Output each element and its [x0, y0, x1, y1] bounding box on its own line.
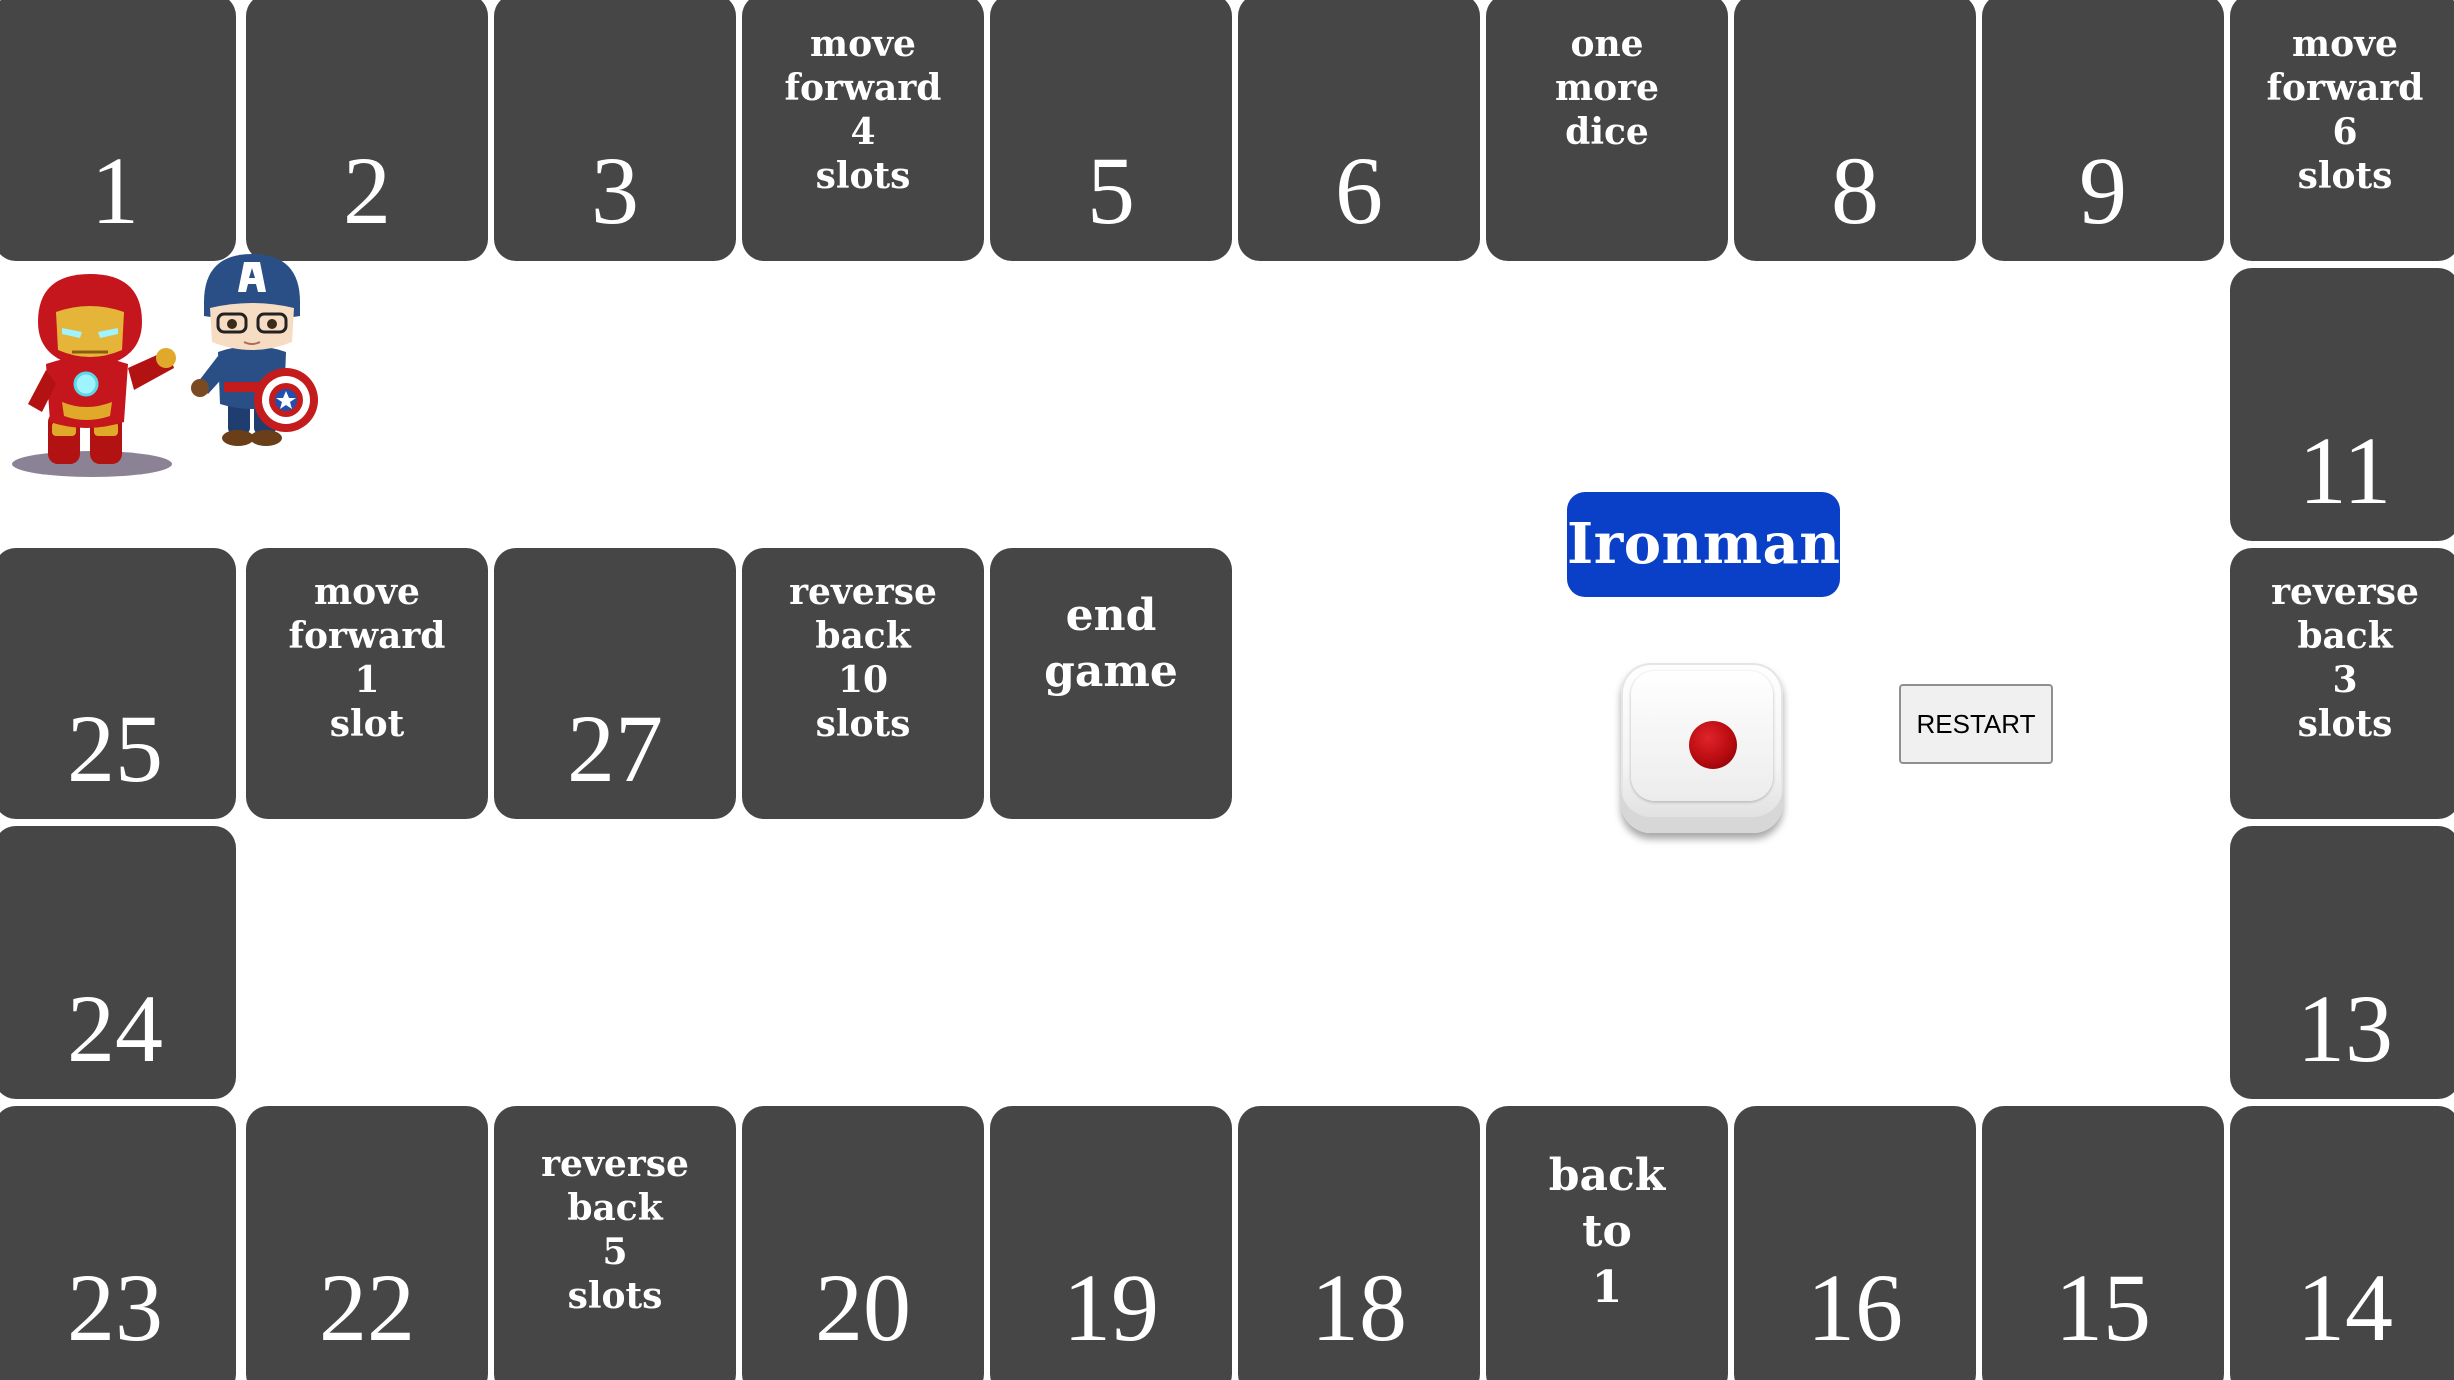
- tile-number: 2: [343, 137, 391, 244]
- board-tile-14: 14: [2230, 1106, 2454, 1380]
- tile-number: 24: [67, 975, 163, 1082]
- tile-message: move forward 1 slot: [288, 571, 446, 745]
- board-tile-26: move forward 1 slot: [246, 548, 488, 819]
- board-tile-19: 19: [990, 1106, 1232, 1380]
- tile-number: 8: [1831, 137, 1879, 244]
- board-tile-28: reverse back 10 slots: [742, 548, 984, 819]
- dice-button[interactable]: [1621, 663, 1783, 833]
- tile-message: reverse back 10 slots: [789, 571, 937, 745]
- board-tile-20: 20: [742, 1106, 984, 1380]
- tile-number: 16: [1807, 1254, 1903, 1361]
- board-tile-11: 11: [2230, 268, 2454, 541]
- tile-number: 27: [567, 695, 663, 802]
- tile-number: 20: [815, 1254, 911, 1361]
- tile-number: 5: [1087, 137, 1135, 244]
- board-tile-10: move forward 6 slots: [2230, 0, 2454, 261]
- board-tile-23: 23: [0, 1106, 236, 1380]
- board-tile-13: 13: [2230, 826, 2454, 1099]
- board-tile-2: 2: [246, 0, 488, 261]
- tile-number: 13: [2297, 975, 2393, 1082]
- dice-pip: [1689, 721, 1737, 769]
- board-tile-9: 9: [1982, 0, 2224, 261]
- board-tile-8: 8: [1734, 0, 1976, 261]
- ironman-token-icon: [12, 274, 176, 477]
- tile-message: reverse back 5 slots: [541, 1143, 689, 1317]
- tile-message: one more dice: [1555, 23, 1659, 153]
- tile-message: back to 1: [1548, 1150, 1666, 1313]
- tile-number: 14: [2297, 1254, 2393, 1361]
- board-tile-12: reverse back 3 slots: [2230, 548, 2454, 819]
- tile-number: 6: [1335, 137, 1383, 244]
- board-tile-18: 18: [1238, 1106, 1480, 1380]
- tile-number: 18: [1311, 1254, 1407, 1361]
- board-tile-1: 1: [0, 0, 236, 261]
- board-tile-22: 22: [246, 1106, 488, 1380]
- board-tile-27: 27: [494, 548, 736, 819]
- board-tile-3: 3: [494, 0, 736, 261]
- board-tile-7: one more dice: [1486, 0, 1728, 261]
- board-tile-15: 15: [1982, 1106, 2224, 1380]
- tile-number: 1: [91, 137, 139, 244]
- board-tile-4: move forward 4 slots: [742, 0, 984, 261]
- tile-message: move forward 6 slots: [2266, 23, 2424, 197]
- tile-message: move forward 4 slots: [784, 23, 942, 197]
- board-tile-25: 25: [0, 548, 236, 819]
- captain-america-token-icon: [191, 254, 318, 446]
- tile-number: 15: [2055, 1254, 2151, 1361]
- tile-message: reverse back 3 slots: [2271, 571, 2419, 745]
- board-tile-24: 24: [0, 826, 236, 1099]
- board-tile-5: 5: [990, 0, 1232, 261]
- tile-number: 11: [2298, 417, 2392, 524]
- tile-number: 22: [319, 1254, 415, 1361]
- restart-button[interactable]: RESTART: [1899, 684, 2053, 764]
- tile-number: 19: [1063, 1254, 1159, 1361]
- tile-number: 9: [2079, 137, 2127, 244]
- current-player-badge: Ironman: [1567, 492, 1840, 597]
- board-tile-21: reverse back 5 slots: [494, 1106, 736, 1380]
- board-tile-6: 6: [1238, 0, 1480, 261]
- board-tile-17: back to 1: [1486, 1106, 1728, 1380]
- tile-number: 25: [67, 695, 163, 802]
- board-tile-16: 16: [1734, 1106, 1976, 1380]
- dice-face: [1631, 671, 1773, 801]
- board-tile-29: end game: [990, 548, 1232, 819]
- tile-message: end game: [1044, 590, 1178, 697]
- tile-number: 3: [591, 137, 639, 244]
- tile-number: 23: [67, 1254, 163, 1361]
